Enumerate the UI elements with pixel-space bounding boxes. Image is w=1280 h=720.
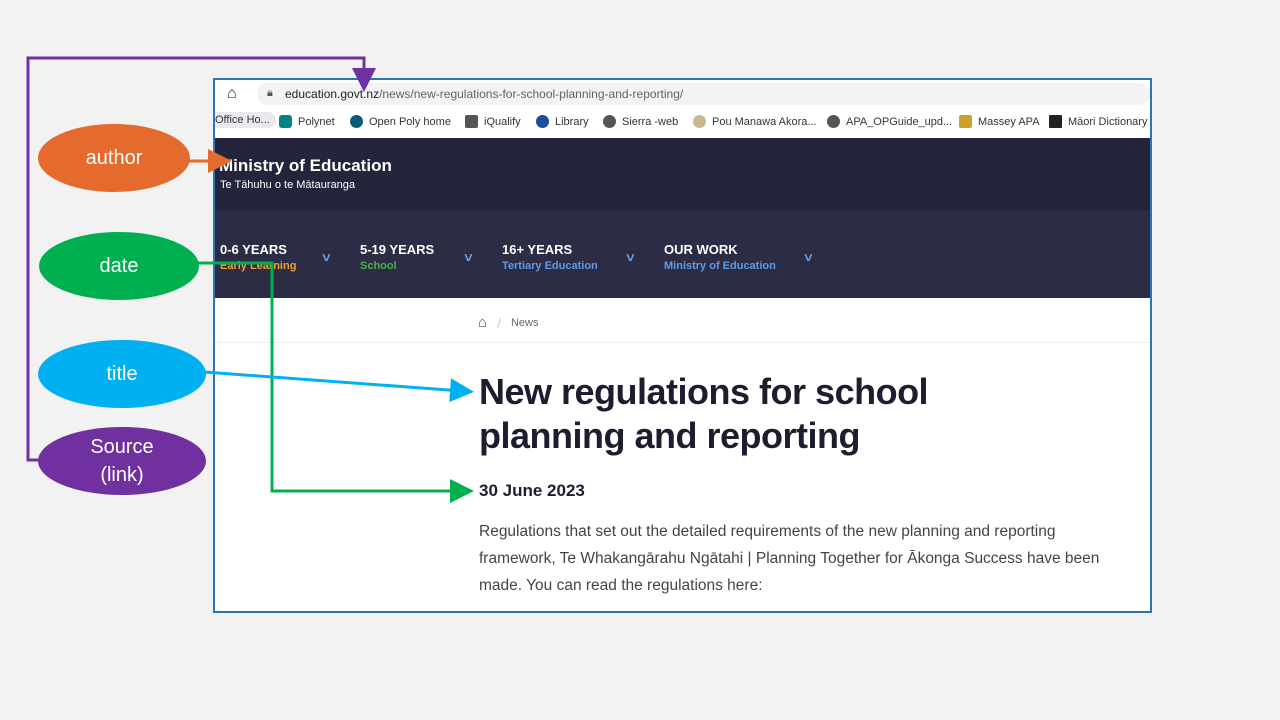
bookmark-apa-opguide[interactable]: APA_OPGuide_upd... — [827, 115, 952, 128]
site-header: Ministry of Education Te Tāhuhu o te Māt… — [215, 138, 1150, 210]
lock-icon: 🔒︎ — [267, 87, 273, 99]
bookmark-label: Library — [555, 115, 589, 128]
bookmark-open-poly-home[interactable]: Open Poly home — [350, 115, 451, 128]
date-annotation: date — [39, 232, 199, 300]
bookmark-label: Pou Manawa Akora... — [712, 115, 817, 128]
massey-crest-icon — [959, 115, 972, 128]
bookmark-office[interactable]: Office Ho... — [215, 112, 276, 128]
chevron-down-icon[interactable]: ∨ — [624, 250, 636, 264]
nav-item-early-learning[interactable]: 0-6 YEARS Early Learning — [220, 242, 296, 272]
nav-title: 5-19 YEARS — [360, 242, 435, 257]
nav-subtitle: Early Learning — [220, 260, 297, 272]
nav-subtitle: Tertiary Education — [502, 260, 598, 272]
bookmark-label: iQualify — [484, 115, 521, 128]
author-annotation: author — [38, 124, 190, 192]
bookmark-label: Māori Dictionary — [1068, 115, 1148, 128]
chevron-down-icon[interactable]: ∨ — [462, 250, 474, 264]
site-brand[interactable]: Ministry of Education — [219, 156, 392, 176]
url-text: education.govt.nz/news/new-regulations-f… — [285, 87, 683, 101]
bookmark-maori-dictionary[interactable]: Māori Dictionary — [1049, 115, 1147, 128]
nav-title: 16+ YEARS — [502, 242, 573, 257]
author-annotation-label: author — [85, 147, 143, 169]
title-annotation: title — [38, 340, 206, 408]
nav-subtitle: School — [360, 260, 397, 272]
browser-screenshot: ⌂ 🔒︎ education.govt.nz/news/new-regulati… — [213, 78, 1152, 613]
url-field[interactable]: 🔒︎ education.govt.nz/news/new-regulation… — [257, 83, 1150, 105]
bookmark-label: APA_OPGuide_upd... — [846, 115, 953, 128]
source-annotation: Source (link) — [38, 427, 206, 495]
iqualify-icon — [465, 115, 478, 128]
article-body: Regulations that set out the detailed re… — [479, 523, 1100, 594]
nav-subtitle: Ministry of Education — [664, 260, 776, 272]
globe-icon — [827, 115, 840, 128]
bookmark-label: Office Ho... — [215, 114, 270, 126]
breadcrumb: ⌂ / News — [478, 314, 538, 331]
bookmark-iqualify[interactable]: iQualify — [465, 115, 521, 128]
chevron-down-icon[interactable]: ∨ — [320, 250, 332, 264]
nav-title: OUR WORK — [664, 242, 738, 257]
bookmark-polynet[interactable]: Polynet — [279, 115, 335, 128]
nav-item-our-work[interactable]: OUR WORK Ministry of Education — [664, 242, 776, 272]
divider — [215, 342, 1150, 343]
bookmarks-bar: Office Ho... Polynet Open Poly home iQua… — [215, 108, 1150, 138]
library-icon — [536, 115, 549, 128]
title-annotation-label: title — [106, 363, 138, 385]
bookmark-pou-manawa[interactable]: Pou Manawa Akora... — [693, 115, 817, 128]
bookmark-label: Polynet — [298, 115, 335, 128]
bookmark-label: Open Poly home — [369, 115, 451, 128]
koru-icon — [693, 115, 706, 128]
home-icon[interactable]: ⌂ — [227, 85, 237, 103]
open-poly-icon — [350, 115, 363, 128]
bookmark-library[interactable]: Library — [536, 115, 589, 128]
home-icon[interactable]: ⌂ — [478, 314, 487, 331]
bookmark-massey-apa[interactable]: Massey APA — [959, 115, 1040, 128]
nav-title: 0-6 YEARS — [220, 242, 287, 257]
source-annotation-sublabel: (link) — [100, 464, 144, 486]
nav-item-school[interactable]: 5-19 YEARS School — [360, 242, 434, 272]
sharepoint-icon — [279, 115, 292, 128]
main-nav: 0-6 YEARS Early Learning ∨ 5-19 YEARS Sc… — [215, 210, 1150, 298]
date-annotation-label: date — [99, 255, 139, 277]
chevron-down-icon[interactable]: ∨ — [802, 250, 814, 264]
article-title: New regulations for school planning and … — [479, 371, 929, 456]
article-date: 30 June 2023 — [479, 481, 585, 500]
globe-icon — [603, 115, 616, 128]
maori-dictionary-icon — [1049, 115, 1062, 128]
url-path: /news/new-regulations-for-school-plannin… — [379, 87, 684, 101]
site-brand-subtitle: Te Tāhuhu o te Mātauranga — [220, 179, 355, 191]
bookmark-label: Massey APA — [978, 115, 1040, 128]
address-bar-row: ⌂ 🔒︎ education.govt.nz/news/new-regulati… — [215, 80, 1150, 108]
bookmark-sierra-web[interactable]: Sierra -web — [603, 115, 678, 128]
bookmark-label: Sierra -web — [622, 115, 679, 128]
breadcrumb-current[interactable]: News — [511, 317, 539, 329]
nav-item-tertiary[interactable]: 16+ YEARS Tertiary Education — [502, 242, 598, 272]
url-host: education.govt.nz — [285, 87, 380, 101]
source-annotation-label: Source — [90, 436, 154, 458]
breadcrumb-separator: / — [497, 314, 501, 331]
